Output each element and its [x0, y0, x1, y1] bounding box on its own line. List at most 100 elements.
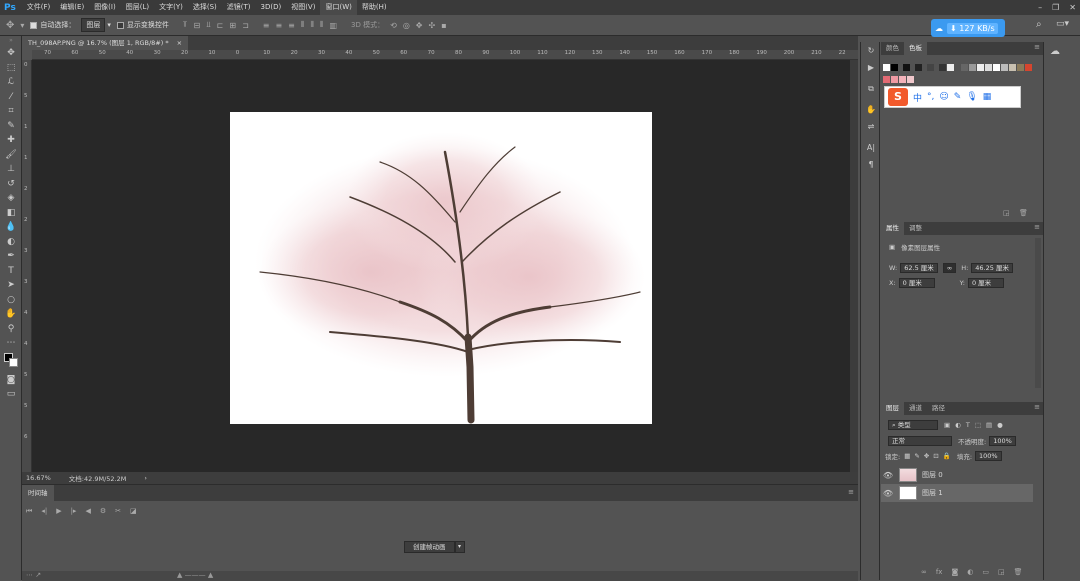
- swatch[interactable]: [891, 76, 898, 83]
- fx-icon[interactable]: fx: [936, 568, 943, 576]
- libraries-icon[interactable]: ☁: [1050, 46, 1080, 57]
- filter-toggle-icon[interactable]: ●: [997, 421, 1003, 429]
- menu-type[interactable]: 文字(Y): [154, 0, 188, 15]
- align-hcenter-icon[interactable]: ⊞: [229, 21, 236, 30]
- link-icon[interactable]: ∞: [942, 263, 957, 273]
- layer-name[interactable]: 图层 0: [922, 470, 943, 480]
- play-icon[interactable]: ▶: [56, 507, 61, 516]
- auto-select-checkbox[interactable]: [30, 21, 38, 29]
- tab-channels[interactable]: 通道: [904, 402, 927, 415]
- zoom-level[interactable]: 16.67%: [26, 474, 51, 482]
- next-frame-icon[interactable]: |▸: [71, 507, 77, 516]
- tab-swatches[interactable]: 色板: [904, 42, 927, 55]
- tab-layers[interactable]: 图层: [881, 402, 904, 415]
- tab-close-icon[interactable]: ×: [177, 36, 182, 50]
- dodge-tool-icon[interactable]: ◐: [0, 235, 22, 250]
- first-frame-icon[interactable]: ⏮: [26, 507, 32, 516]
- menu-layer[interactable]: 图层(L): [121, 0, 154, 15]
- previous-frame-icon[interactable]: ◂|: [41, 507, 47, 516]
- distribute-right-icon[interactable]: ⦀: [320, 20, 324, 30]
- crop-tool-icon[interactable]: ⌗: [0, 104, 22, 119]
- shape-tool-icon[interactable]: ○: [0, 293, 22, 308]
- delete-swatch-icon[interactable]: 🗑: [1019, 209, 1028, 217]
- healing-tool-icon[interactable]: ✚: [0, 133, 22, 148]
- menu-file[interactable]: 文件(F): [22, 0, 56, 15]
- panel-menu-icon[interactable]: ≡: [1034, 43, 1040, 51]
- brush-tool-icon[interactable]: 🖌: [0, 148, 22, 163]
- background-color-swatch[interactable]: [9, 357, 18, 367]
- tab-properties[interactable]: 属性: [881, 222, 904, 235]
- history-brush-icon[interactable]: ↺: [0, 177, 22, 192]
- align-right-icon[interactable]: ⊐: [242, 21, 249, 30]
- swatch[interactable]: [961, 64, 968, 71]
- distribute-top-icon[interactable]: ≡: [263, 21, 270, 30]
- menu-filter[interactable]: 滤镜(T): [222, 0, 256, 15]
- tab-paths[interactable]: 路径: [927, 402, 950, 415]
- eyedropper-tool-icon[interactable]: ✎: [0, 119, 22, 134]
- lock-pixels-icon[interactable]: ✎: [914, 452, 919, 460]
- color-swatches[interactable]: [0, 351, 22, 373]
- path-select-tool-icon[interactable]: ➤: [0, 278, 22, 293]
- hand-tool-icon[interactable]: ✋: [0, 307, 22, 322]
- swatch[interactable]: [1017, 64, 1024, 71]
- zoom-tool-icon[interactable]: ⚲: [0, 322, 22, 337]
- status-menu-arrow[interactable]: ›: [144, 474, 147, 482]
- eraser-tool-icon[interactable]: ◈: [0, 191, 22, 206]
- menu-3d[interactable]: 3D(D): [256, 0, 287, 15]
- lock-transparent-icon[interactable]: ▦: [904, 452, 910, 460]
- adjustments-panel-icon[interactable]: ⧉: [861, 80, 881, 97]
- menu-image[interactable]: 图像(I): [89, 0, 121, 15]
- filter-smart-icon[interactable]: ▤: [986, 421, 992, 429]
- minimize-icon[interactable]: –: [1038, 3, 1042, 12]
- document-image[interactable]: [230, 112, 652, 424]
- search-icon[interactable]: ⌕: [1036, 19, 1042, 30]
- collapse-icon[interactable]: »: [0, 36, 22, 46]
- blend-mode-dropdown[interactable]: 正常: [888, 436, 952, 446]
- swatch[interactable]: [907, 76, 914, 83]
- auto-select-option[interactable]: 自动选择：: [30, 20, 75, 30]
- tab-timeline[interactable]: 时间轴: [22, 485, 54, 501]
- align-left-icon[interactable]: ⊏: [217, 21, 224, 30]
- transition-icon[interactable]: ◪: [130, 507, 137, 516]
- properties-scrollbar[interactable]: [1035, 238, 1041, 388]
- swatch[interactable]: [903, 64, 910, 71]
- more-tools-icon[interactable]: ⋯: [0, 336, 22, 351]
- swatch[interactable]: [899, 76, 906, 83]
- document-tab[interactable]: TH_098AP.PNG @ 16.7% (图层 1, RGB/8#) * ×: [22, 36, 189, 50]
- slide-3d-icon[interactable]: ✣: [429, 21, 436, 30]
- split-icon[interactable]: ✂: [115, 507, 121, 516]
- swatch[interactable]: [985, 64, 992, 71]
- restore-icon[interactable]: ❐: [1052, 3, 1059, 12]
- layer-row[interactable]: 👁 图层 0: [881, 466, 1033, 484]
- lock-position-icon[interactable]: ✥: [924, 452, 929, 460]
- marquee-tool-icon[interactable]: ⬚: [0, 61, 22, 76]
- pen-tool-icon[interactable]: ✒: [0, 249, 22, 264]
- distribute-vcenter-icon[interactable]: ≡: [275, 21, 282, 30]
- swatch[interactable]: [927, 64, 934, 71]
- tab-adjustments[interactable]: 调整: [904, 222, 927, 235]
- canvas-area[interactable]: [32, 60, 850, 472]
- menu-view[interactable]: 视图(V): [286, 0, 320, 15]
- visibility-eye-icon[interactable]: 👁: [881, 471, 895, 480]
- toolbox-icon[interactable]: ▦: [983, 92, 992, 102]
- audio-icon[interactable]: ◀: [85, 507, 90, 516]
- delete-layer-icon[interactable]: 🗑: [1014, 568, 1023, 576]
- layer-filter-dropdown[interactable]: ⌕ 类型: [888, 420, 938, 430]
- create-frame-animation-button[interactable]: 创建帧动画: [404, 541, 455, 553]
- character-panel-icon[interactable]: A|: [861, 139, 881, 156]
- tool-presets-icon[interactable]: ⇌: [861, 118, 881, 135]
- orbit-3d-icon[interactable]: ⟲: [390, 21, 397, 30]
- opacity-field[interactable]: 100%: [989, 436, 1016, 446]
- paragraph-panel-icon[interactable]: ¶: [861, 156, 881, 173]
- distribute-left-icon[interactable]: ⦀: [301, 20, 305, 30]
- swatch[interactable]: [883, 76, 890, 83]
- lasso-tool-icon[interactable]: ℒ: [0, 75, 22, 90]
- filter-pixel-icon[interactable]: ▣: [944, 421, 950, 429]
- width-field[interactable]: 62.5 厘米: [900, 263, 938, 273]
- dropdown-arrow-icon[interactable]: ▾: [20, 21, 24, 30]
- swatch[interactable]: [1025, 64, 1032, 71]
- filter-shape-icon[interactable]: ⬚: [975, 421, 981, 429]
- align-top-icon[interactable]: ⫪: [183, 20, 188, 30]
- chevron-down-icon[interactable]: ▾: [454, 541, 465, 553]
- distribute-hcenter-icon[interactable]: ⦀: [310, 20, 314, 30]
